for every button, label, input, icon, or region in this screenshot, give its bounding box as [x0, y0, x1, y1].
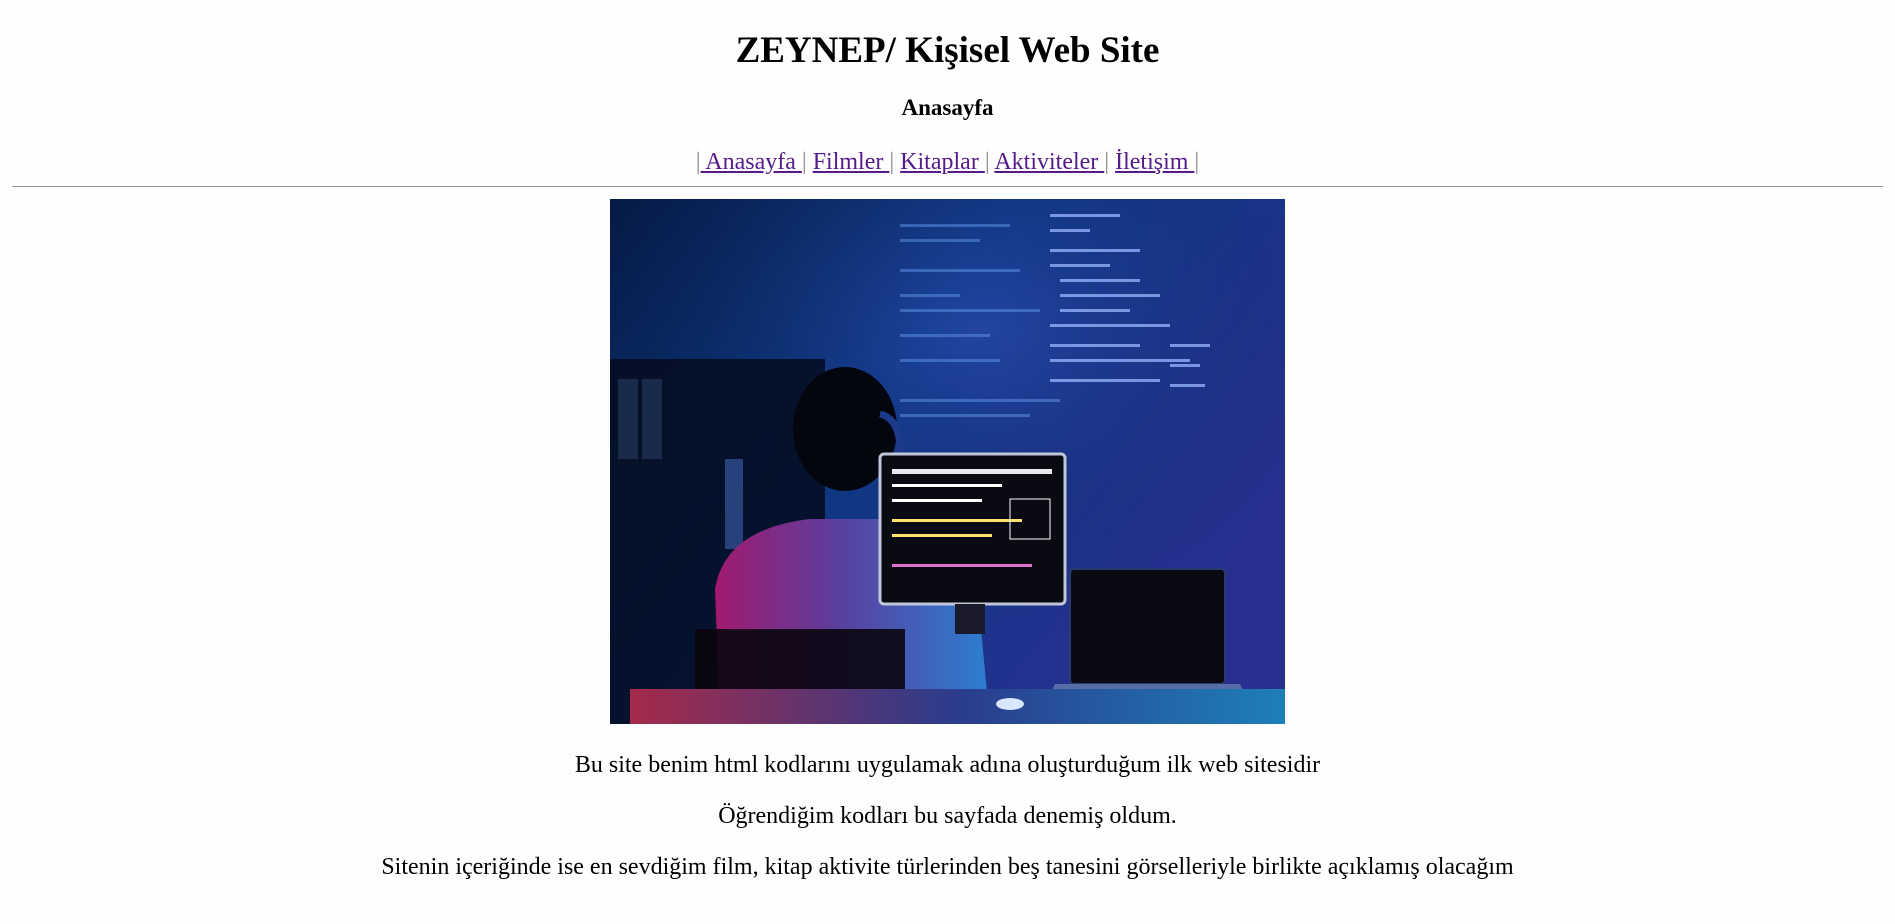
nav-separator: |	[1104, 149, 1110, 175]
nav-separator: |	[984, 149, 990, 175]
intro-paragraph-3: Sitenin içeriğinde ise en sevdiğim film,…	[381, 854, 1514, 880]
intro-paragraph-2: Öğrendiğim kodları bu sayfada denemiş ol…	[718, 803, 1177, 829]
horizontal-divider	[12, 186, 1883, 187]
nav-link-iletisim[interactable]: İletişim	[1115, 149, 1194, 175]
page-heading: Anasayfa	[901, 95, 994, 120]
intro-paragraph-1: Bu site benim html kodlarını uygulamak a…	[574, 752, 1321, 778]
nav-link-kitaplar[interactable]: Kitaplar	[900, 149, 985, 175]
nav-link-filmler[interactable]: Filmler	[813, 149, 890, 175]
site-title: ZEYNEP/ Kişisel Web Site	[735, 30, 1160, 71]
navigation-bar: | Anasayfa | Filmler | Kitaplar | Aktivi…	[0, 147, 1895, 177]
page: ZEYNEP/ Kişisel Web Site Anasayfa | Anas…	[0, 0, 1895, 924]
nav-link-aktiviteler[interactable]: Aktiviteler	[994, 149, 1104, 175]
developer-at-computer-photo	[610, 199, 1285, 724]
nav-separator: |	[889, 149, 895, 175]
nav-link-anasayfa[interactable]: Anasayfa	[701, 149, 802, 175]
nav-separator: |	[801, 149, 807, 175]
nav-separator: |	[1194, 149, 1200, 175]
hero-image-container	[0, 199, 1895, 724]
